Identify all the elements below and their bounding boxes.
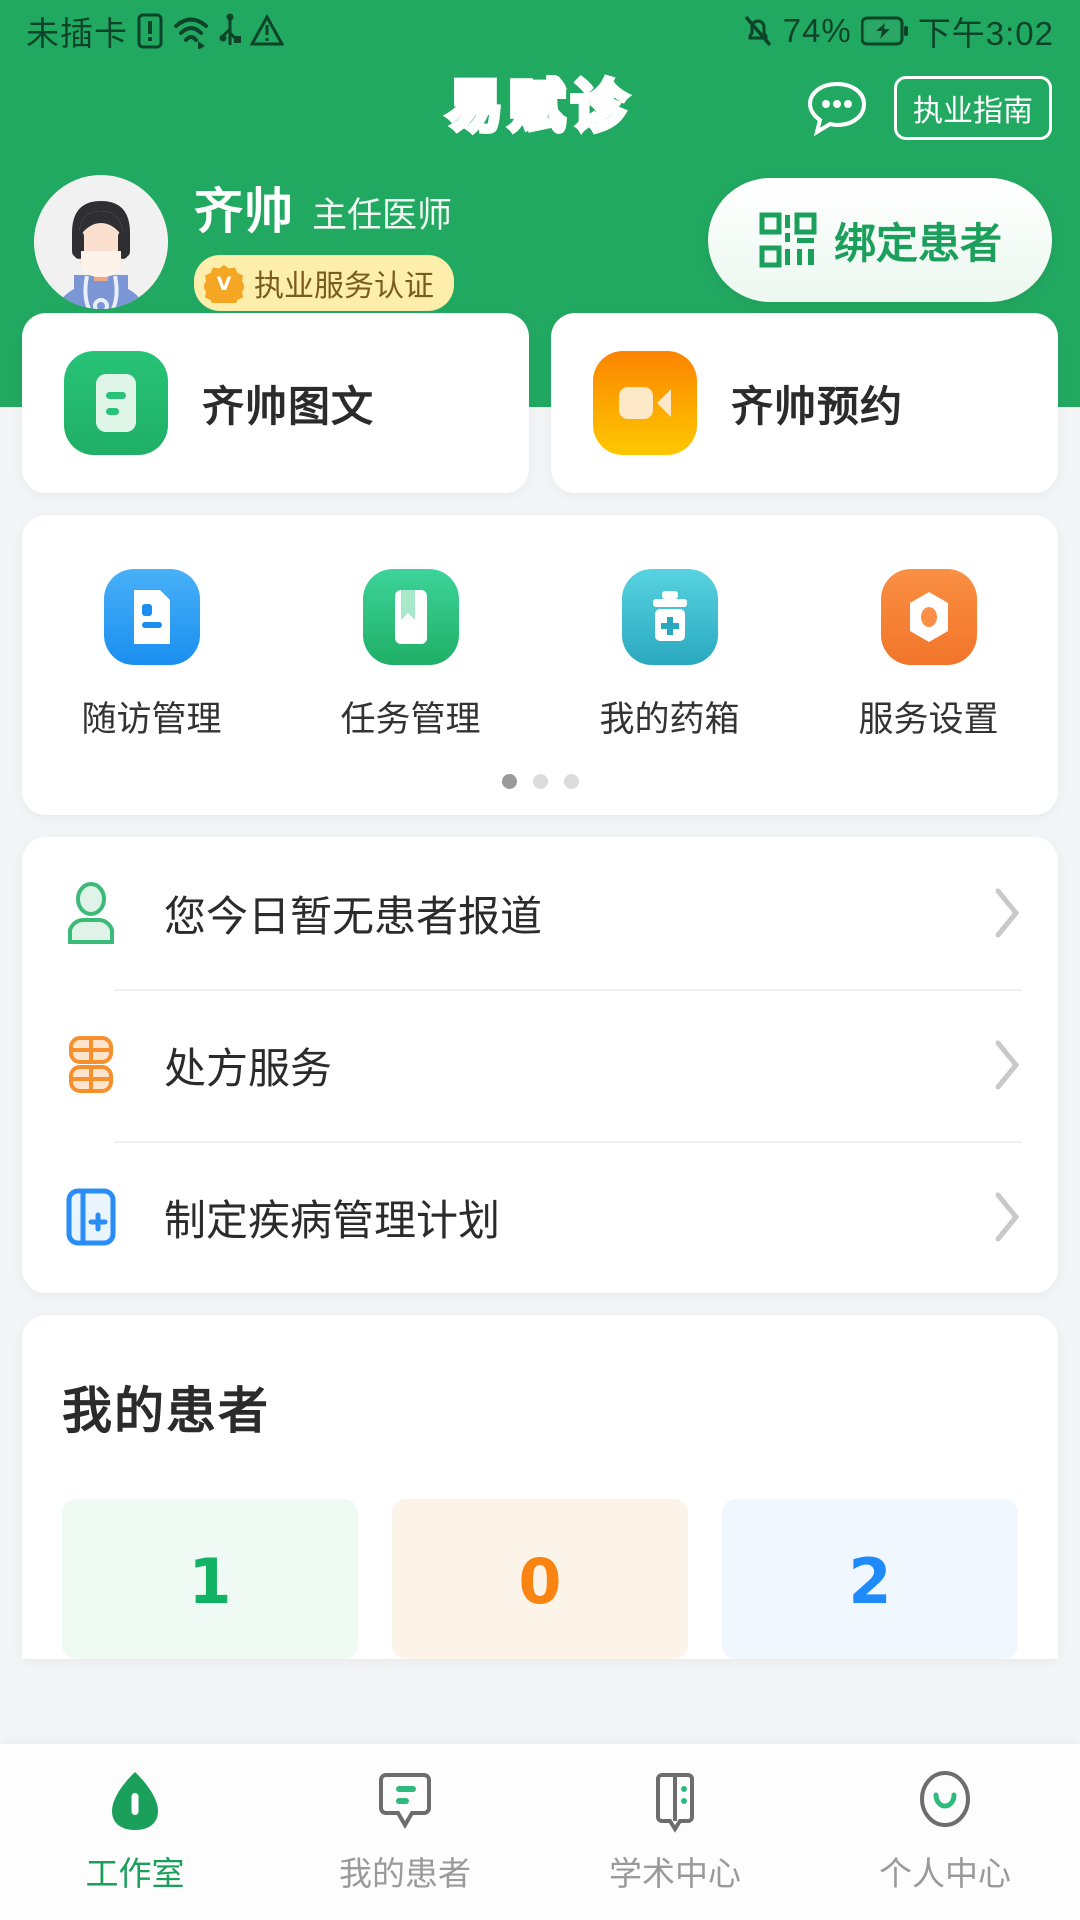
medical-kit-icon <box>621 569 718 665</box>
plan-book-plus-icon <box>58 1184 124 1250</box>
quick-action-label: 随访管理 <box>81 700 222 739</box>
clock-label: 下午3:02 <box>917 15 1054 52</box>
video-camera-icon <box>593 351 697 455</box>
chevron-right-icon <box>995 1192 1020 1242</box>
my-patients-title: 我的患者 <box>62 1383 270 1439</box>
alert-triangle-icon <box>250 13 284 46</box>
chat-dots-icon[interactable] <box>806 79 868 137</box>
followup-document-icon <box>103 569 200 665</box>
list-item[interactable]: 处方服务 <box>22 989 1058 1141</box>
nav-item-academic-center[interactable]: 学术中心 <box>540 1769 810 1895</box>
nav-item-personal-center[interactable]: 个人中心 <box>810 1769 1080 1895</box>
status-badge: V 执业服务认证 <box>194 255 454 311</box>
bind-patient-button[interactable]: 绑定患者 <box>708 178 1052 302</box>
service-cards: 齐帅图文 齐帅预约 <box>0 313 1080 493</box>
prescription-pills-icon <box>58 1032 124 1098</box>
bind-patient-label: 绑定患者 <box>833 219 1002 267</box>
svg-text:V: V <box>217 273 232 295</box>
nav-item-my-patients[interactable]: 我的患者 <box>270 1769 540 1895</box>
bell-muted-icon <box>744 15 772 47</box>
quick-action-settings[interactable]: 服务设置 <box>799 569 1058 742</box>
quick-action-label: 服务设置 <box>858 700 999 739</box>
list-item-label: 制定疾病管理计划 <box>164 1196 501 1244</box>
quick-actions-card: 随访管理 任务管理 我的药箱 服务设置 <box>22 515 1058 815</box>
bookmark-task-icon <box>362 569 459 665</box>
service-settings-icon <box>880 569 977 665</box>
doctor-avatar <box>34 174 168 309</box>
list-item-label: 您今日暂无患者报道 <box>164 892 543 940</box>
service-card-appointment[interactable]: 齐帅预约 <box>551 313 1058 493</box>
my-patients-card: 我的患者 1 0 2 <box>22 1315 1058 1659</box>
list-item-label: 处方服务 <box>164 1044 333 1092</box>
chat-lines-icon <box>379 1773 431 1829</box>
workshop-icon <box>112 1772 158 1830</box>
doctor-profile: 齐帅 主任医师 V 执业服务认证 绑定患者 <box>0 154 1080 311</box>
chevron-right-icon <box>995 1040 1020 1090</box>
carrier-label: 未插卡 <box>26 15 128 52</box>
workspace-list: 您今日暂无患者报道 处方服务 制定疾病管理计划 <box>22 837 1058 1293</box>
service-card-label: 齐帅预约 <box>731 382 904 430</box>
cert-label: 执业服务认证 <box>254 270 434 303</box>
pager-dot[interactable] <box>501 774 517 789</box>
sim-warning-icon <box>137 13 163 49</box>
pager-dot[interactable] <box>563 774 579 789</box>
service-card-label: 齐帅图文 <box>202 382 375 430</box>
doctor-title: 主任医师 <box>312 196 453 235</box>
doctor-name: 齐帅 <box>194 185 295 239</box>
service-card-text-consult[interactable]: 齐帅图文 <box>22 313 529 493</box>
nav-item-workshop[interactable]: 工作室 <box>0 1769 270 1895</box>
usb-icon <box>219 13 241 45</box>
stat-value: 0 <box>518 1545 562 1618</box>
quick-action-followup[interactable]: 随访管理 <box>22 569 281 742</box>
nav-item-label: 工作室 <box>85 1855 185 1892</box>
chevron-right-icon <box>995 888 1020 938</box>
wifi-icon <box>174 17 208 49</box>
stat-tile[interactable]: 0 <box>392 1499 688 1659</box>
verified-badge-icon: V <box>204 265 244 303</box>
list-item[interactable]: 制定疾病管理计划 <box>22 1141 1058 1293</box>
user-circle-icon <box>920 1771 970 1827</box>
quick-action-medkit[interactable]: 我的药箱 <box>540 569 799 742</box>
document-text-icon <box>64 351 168 455</box>
pager-dot[interactable] <box>532 774 548 789</box>
practice-guide-button[interactable]: 执业指南 <box>894 76 1052 140</box>
nav-item-label: 学术中心 <box>609 1855 741 1892</box>
list-item[interactable]: 您今日暂无患者报道 <box>22 837 1058 989</box>
avatar[interactable] <box>34 174 168 309</box>
nav-item-label: 个人中心 <box>879 1855 1011 1892</box>
quick-action-label: 任务管理 <box>340 700 481 739</box>
stat-value: 2 <box>848 1545 892 1618</box>
qr-scan-icon <box>759 212 817 268</box>
patient-person-icon <box>58 880 124 946</box>
battery-percent-label: 74% <box>782 12 852 49</box>
my-patients-stats: 1 0 2 <box>62 1499 1018 1659</box>
quick-action-tasks[interactable]: 任务管理 <box>281 569 540 742</box>
nav-item-label: 我的患者 <box>339 1855 471 1892</box>
stat-value: 1 <box>188 1545 232 1618</box>
battery-charging-icon <box>860 16 908 46</box>
status-bar: 未插卡 74% 下午3:02 <box>0 0 1080 62</box>
pager-dots[interactable] <box>22 774 1058 789</box>
bottom-nav: 工作室 我的患者 学术中心 个人中心 <box>0 1744 1080 1920</box>
stat-tile[interactable]: 1 <box>62 1499 358 1659</box>
open-book-icon <box>656 1773 694 1833</box>
stat-tile[interactable]: 2 <box>722 1499 1018 1659</box>
quick-action-label: 我的药箱 <box>599 700 740 739</box>
